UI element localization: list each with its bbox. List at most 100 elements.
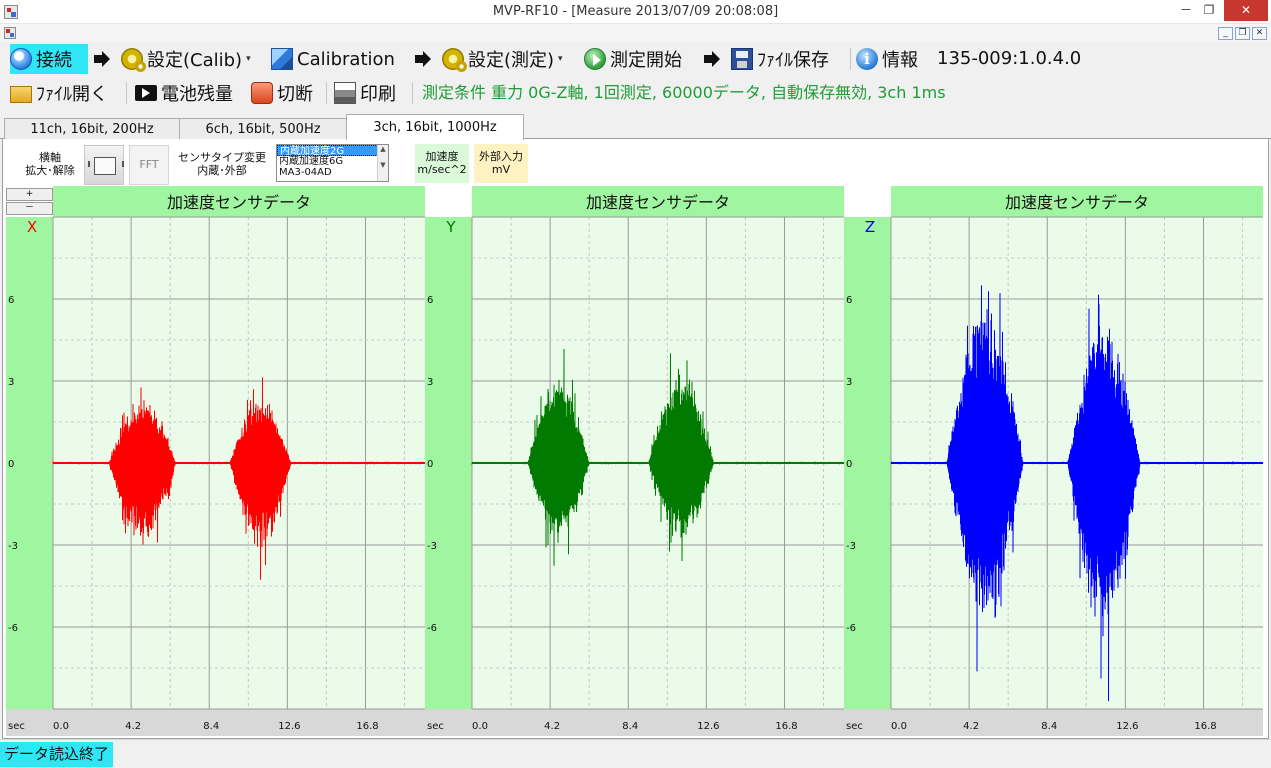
y-tick-label: 6 <box>846 295 852 306</box>
chart-svg: 加速度センサデータ Ysec 0.0 4.2 8.4 12.6 16.8 6 3 0 -3 -6 <box>425 186 844 736</box>
globe-icon <box>10 48 32 70</box>
info-button[interactable]: i 情報 <box>856 44 918 74</box>
file-save-button[interactable]: ﾌｧｲﾙ保存 <box>731 44 829 74</box>
close-button[interactable]: ✕ <box>1224 0 1268 21</box>
open-file-button[interactable]: ﾌｧｲﾙ開く <box>10 78 108 108</box>
sensor-type-caption-line1: センサタイプ変更 <box>178 151 266 164</box>
print-label: 印刷 <box>360 84 396 105</box>
gear-icon <box>442 48 467 72</box>
y-tick-label: -3 <box>846 541 856 552</box>
printer-icon <box>334 82 356 104</box>
connect-button[interactable]: 接続 <box>10 44 88 74</box>
firmware-version: 135-009:1.0.4.0 <box>937 48 1082 69</box>
tab-3ch[interactable]: 3ch, 16bit, 1000Hz <box>346 114 524 140</box>
axis-zoom-caption: 横軸 拡大･解除 <box>20 151 80 177</box>
scroll-up-icon[interactable]: ▲ <box>378 145 388 153</box>
sensor-type-listbox[interactable]: 内蔵加速度2G 内蔵加速度6G MA3-04AD ▲ ▼ <box>276 144 389 182</box>
disconnect-label: 切断 <box>277 84 313 105</box>
axis-zoom-button[interactable] <box>84 145 124 185</box>
dropdown-arrow-icon[interactable]: ▾ <box>246 54 251 64</box>
x-tick-label: 0.0 <box>472 721 488 732</box>
start-measure-button[interactable]: 測定開始 <box>584 44 682 74</box>
y-tick-label: 6 <box>427 295 433 306</box>
y-tick-label: -6 <box>427 623 437 634</box>
maximize-button[interactable]: ❐ <box>1198 0 1220 21</box>
battery-icon <box>135 85 157 101</box>
x-tick-label: 8.4 <box>622 721 638 732</box>
folder-open-icon <box>10 86 32 103</box>
dropdown-arrow-icon[interactable]: ▾ <box>558 54 563 64</box>
scroll-down-icon[interactable]: ▼ <box>378 161 388 169</box>
channel-label: X <box>27 218 37 236</box>
x-axis-unit-label: sec <box>8 721 25 732</box>
status-text: データ読込終了 <box>0 742 114 767</box>
x-tick-label: 12.6 <box>1116 721 1138 732</box>
y-tick-label: 3 <box>846 377 852 388</box>
arrow-right-icon <box>704 51 720 67</box>
x-tick-label: 4.2 <box>963 721 979 732</box>
settings-measure-button[interactable]: 設定(測定) ▾ <box>442 44 563 74</box>
unit-ext-line2: mV <box>491 163 511 176</box>
chart-svg: 加速度センサデータ Zsec 0.0 4.2 8.4 12.6 16.8 6 3 0 -3 -6 <box>844 186 1263 736</box>
chart-x: 加速度センサデータ Xsec 0.0 4.2 8.4 12.6 16.8 6 3 0 -3 -6 <box>6 186 425 736</box>
info-label: 情報 <box>882 50 918 71</box>
open-file-label: ﾌｧｲﾙ開く <box>36 84 108 105</box>
settings-measure-label: 設定(測定) <box>468 50 555 71</box>
x-tick-label: 8.4 <box>1041 721 1057 732</box>
measurement-condition: 測定条件 重力 0G-Z軸, 1回測定, 60000データ, 自動保存無効, 3… <box>422 83 946 102</box>
mdi-child-bar: _ ❐ ✕ <box>0 24 1271 42</box>
unit-accel-toggle[interactable]: 加速度 m/sec^2 <box>415 144 469 183</box>
child-window-icon[interactable] <box>4 27 16 39</box>
toolbar-separator <box>126 82 127 104</box>
channel-label: Y <box>445 218 456 236</box>
chart-z: 加速度センサデータ Zsec 0.0 4.2 8.4 12.6 16.8 6 3 0 -3 -6 <box>844 186 1263 736</box>
minimize-button[interactable]: － <box>1175 0 1197 21</box>
secondary-toolbar: ﾌｧｲﾙ開く 電池残量 切断 印刷 測定条件 重力 0G-Z軸, 1回測定, 6… <box>0 76 1271 110</box>
arrow-right-icon <box>415 51 431 67</box>
connect-label: 接続 <box>36 50 72 71</box>
y-tick-label: -6 <box>8 623 18 634</box>
sensor-type-caption-line2: 内蔵･外部 <box>197 164 247 177</box>
listbox-scrollbar[interactable]: ▲ ▼ <box>377 145 388 181</box>
x-tick-label: 4.2 <box>125 721 141 732</box>
sensor-option[interactable]: 内蔵加速度6G <box>277 156 388 167</box>
fft-button[interactable]: FFT <box>129 145 169 185</box>
calibration-label: Calibration <box>297 48 395 70</box>
unit-external-toggle[interactable]: 外部入力 mV <box>474 144 528 183</box>
channel-label: Z <box>865 218 875 236</box>
calibration-button[interactable]: Calibration <box>271 44 395 74</box>
main-toolbar: 接続 設定(Calib) ▾ Calibration 設定(測定) ▾ 測定開始… <box>0 42 1271 76</box>
unit-accel-line1: 加速度 <box>425 150 459 163</box>
toolbar-separator <box>412 82 413 104</box>
chart-svg: 加速度センサデータ Xsec 0.0 4.2 8.4 12.6 16.8 6 3 0 -3 -6 <box>6 186 425 736</box>
play-icon <box>584 48 606 70</box>
toolbar-separator <box>850 48 851 70</box>
tab-strip: 11ch, 16bit, 200Hz 6ch, 16bit, 500Hz 3ch… <box>0 114 1271 140</box>
y-tick-label: 3 <box>8 377 14 388</box>
arrow-right-icon <box>94 51 110 67</box>
floppy-disk-icon <box>731 48 753 70</box>
chart-title: 加速度センサデータ <box>1005 193 1149 212</box>
battery-button[interactable]: 電池残量 <box>135 78 233 108</box>
sensor-type-caption: センサタイプ変更 内蔵･外部 <box>172 151 272 177</box>
child-restore-button[interactable]: ❐ <box>1235 27 1250 40</box>
title-bar: MVP-RF10 - [Measure 2013/07/09 20:08:08]… <box>0 0 1271 24</box>
tab-11ch[interactable]: 11ch, 16bit, 200Hz <box>4 118 180 140</box>
sensor-option[interactable]: MA3-04AD <box>277 167 388 178</box>
y-tick-label: 0 <box>427 459 433 470</box>
child-close-button[interactable]: ✕ <box>1252 27 1267 40</box>
disconnect-button[interactable]: 切断 <box>251 78 313 108</box>
print-button[interactable]: 印刷 <box>334 78 396 108</box>
y-tick-label: 3 <box>427 377 433 388</box>
sensor-option[interactable]: 内蔵加速度2G <box>277 145 388 157</box>
battery-label: 電池残量 <box>161 84 233 105</box>
axis-zoom-caption-line2: 拡大･解除 <box>25 164 75 177</box>
settings-calib-button[interactable]: 設定(Calib) ▾ <box>121 44 251 74</box>
x-tick-label: 0.0 <box>53 721 69 732</box>
tab-6ch[interactable]: 6ch, 16bit, 500Hz <box>179 118 347 140</box>
disconnect-icon <box>251 82 273 104</box>
axis-zoom-caption-line1: 横軸 <box>39 151 61 164</box>
chart-title: 加速度センサデータ <box>167 193 311 212</box>
chart-title: 加速度センサデータ <box>586 193 730 212</box>
child-minimize-button[interactable]: _ <box>1218 27 1233 40</box>
